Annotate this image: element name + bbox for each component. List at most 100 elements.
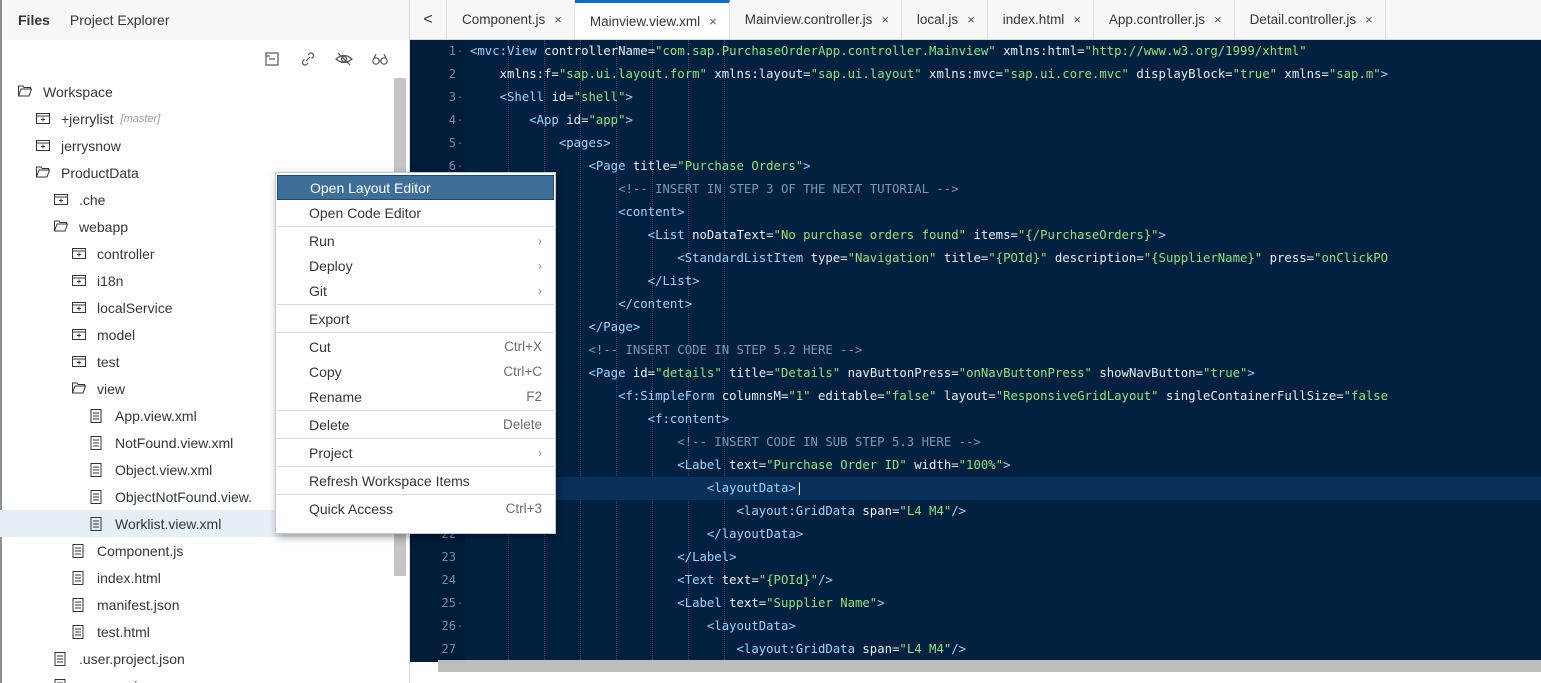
menu-shortcut: Delete — [502, 417, 542, 432]
close-icon[interactable]: × — [554, 12, 562, 27]
tree-item-manifest-json[interactable]: manifest.json — [0, 591, 392, 618]
code-token: xmlns:f= — [470, 67, 559, 81]
code-line[interactable]: 4- <App id="app"> — [410, 109, 1541, 132]
code-line[interactable]: 3- <Shell id="shell"> — [410, 86, 1541, 109]
code-line[interactable]: 10 <StandardListItem type="Navigation" t… — [410, 247, 1541, 270]
menu-item-run[interactable]: Run › — [277, 228, 554, 253]
close-icon[interactable]: × — [967, 12, 975, 27]
code-line[interactable]: 14 <!-- INSERT CODE IN STEP 5.2 HERE --> — [410, 339, 1541, 362]
menu-item-cut[interactable]: Cut Ctrl+X — [277, 334, 554, 359]
editor-tab-app-controller-js[interactable]: App.controller.js × — [1094, 0, 1235, 39]
menu-item-project[interactable]: Project › — [277, 440, 554, 465]
folder-closed-icon — [72, 328, 86, 341]
line-number: 23 — [441, 550, 456, 564]
tree-item-component-js[interactable]: Component.js — [0, 537, 392, 564]
close-icon[interactable]: × — [1365, 12, 1373, 27]
code-line[interactable]: 23 </Label> — [410, 546, 1541, 569]
line-number: 25 — [441, 596, 456, 610]
code-line[interactable]: 22 </layoutData> — [410, 523, 1541, 546]
close-icon[interactable]: × — [709, 14, 717, 29]
close-icon[interactable]: × — [1214, 12, 1222, 27]
code-line[interactable]: 18 <!-- INSERT CODE IN SUB STEP 5.3 HERE… — [410, 431, 1541, 454]
code-line[interactable]: 25- <Label text="Supplier Name"> — [410, 592, 1541, 615]
tree-item-workspace[interactable]: Workspace — [0, 78, 392, 105]
code-token: > — [1247, 366, 1255, 380]
close-icon[interactable]: × — [881, 12, 889, 27]
tree-item-index-html[interactable]: index.html — [0, 564, 392, 591]
code-token: "sap.ui.layout" — [810, 67, 922, 81]
link-icon[interactable] — [299, 50, 317, 68]
code-line[interactable]: 7 <!-- INSERT IN STEP 3 OF THE NEXT TUTO… — [410, 178, 1541, 201]
hide-hidden-icon[interactable] — [335, 50, 353, 68]
code-line[interactable]: 24 <Text text="{POId}"/> — [410, 569, 1541, 592]
tree-item-user-project-json[interactable]: .user.project.json — [0, 645, 392, 672]
tree-item-test-html[interactable]: test.html — [0, 618, 392, 645]
menu-item-open-layout-editor[interactable]: Open Layout Editor — [277, 175, 554, 200]
editor-tab-component-js[interactable]: Component.js × — [447, 0, 575, 39]
fold-toggle-icon[interactable]: - — [457, 109, 463, 132]
editor-h-scrollbar[interactable] — [438, 660, 1541, 672]
code-line[interactable]: 27 <layout:GridData span="L4 M4"/> — [410, 638, 1541, 661]
menu-item-refresh-workspace-items[interactable]: Refresh Workspace Items — [277, 468, 554, 493]
code-line[interactable]: 20- <layoutData>| — [410, 477, 1541, 500]
code-line[interactable]: 8- <content> — [410, 201, 1541, 224]
code-line[interactable]: 21 <layout:GridData span="L4 M4"/> — [410, 500, 1541, 523]
menu-item-open-code-editor[interactable]: Open Code Editor — [277, 200, 554, 225]
tab-project-explorer[interactable]: Project Explorer — [70, 8, 170, 32]
code-line[interactable]: 26- <layoutData> — [410, 615, 1541, 638]
menu-item-delete[interactable]: Delete Delete — [277, 412, 554, 437]
fold-toggle-icon[interactable]: - — [457, 86, 463, 109]
code-line[interactable]: 1- <mvc:View controllerName="com.sap.Purc… — [410, 40, 1541, 63]
editor-tab-detail-controller-js[interactable]: Detail.controller.js × — [1235, 0, 1386, 39]
editor-tab-index-html[interactable]: index.html × — [988, 0, 1094, 39]
collapse-all-icon[interactable] — [263, 50, 281, 68]
menu-item-rename[interactable]: Rename F2 — [277, 384, 554, 409]
code-token: "true" — [1203, 366, 1248, 380]
code-area[interactable]: 1- <mvc:View controllerName="com.sap.Purc… — [410, 40, 1541, 662]
fold-toggle-icon[interactable]: - — [457, 40, 463, 63]
code-line[interactable]: 15- <Page id="details" title="Details" n… — [410, 362, 1541, 385]
editor-tab-bar: < Component.js × Mainview.view.xml × Mainvie… — [410, 0, 1541, 40]
menu-item-quick-access[interactable]: Quick Access Ctrl+3 — [277, 496, 554, 521]
editor-tab-label: index.html — [1002, 12, 1065, 27]
code-token: "com.sap.PurchaseOrderApp.controller.Mai… — [655, 44, 996, 58]
tab-scroll-left-icon[interactable]: < — [410, 0, 447, 39]
code-line[interactable]: 13 </Page> — [410, 316, 1541, 339]
code-line[interactable]: 2 xmlns:f="sap.ui.layout.form" xmlns:lay… — [410, 63, 1541, 86]
fold-toggle-icon[interactable]: - — [457, 592, 463, 615]
code-line[interactable]: 9- <List noDataText="No purchase orders … — [410, 224, 1541, 247]
code-editor[interactable]: 1- <mvc:View controllerName="com.sap.Purc… — [410, 40, 1541, 683]
code-line[interactable]: 12 </content> — [410, 293, 1541, 316]
editor-tab-mainview-controller-js[interactable]: Mainview.controller.js × — [730, 0, 902, 39]
editor-tab-local-js[interactable]: local.js × — [902, 0, 988, 39]
fold-toggle-icon[interactable]: - — [457, 615, 463, 638]
file-icon — [72, 625, 86, 639]
menu-item-deploy[interactable]: Deploy › — [277, 253, 554, 278]
code-text: <Label text="Supplier Name"> — [470, 592, 885, 615]
tab-files[interactable]: Files — [18, 8, 50, 32]
code-token: > — [877, 596, 885, 610]
close-icon[interactable]: × — [1073, 12, 1081, 27]
line-number: 5 — [448, 136, 456, 150]
code-token: id= — [551, 90, 574, 104]
editor-tab-label: App.controller.js — [1108, 12, 1205, 27]
tree-item-jerrysnow[interactable]: jerrysnow — [0, 132, 392, 159]
code-line[interactable]: 16- <f:SimpleForm columnsM="1" editable=… — [410, 385, 1541, 408]
fold-toggle-icon[interactable]: - — [457, 132, 463, 155]
code-line[interactable]: 19- <Label text="Purchase Order ID" widt… — [410, 454, 1541, 477]
menu-item-export[interactable]: Export — [277, 306, 554, 331]
editor-tab-mainview-view-xml[interactable]: Mainview.view.xml × — [574, 0, 730, 39]
menu-item-git[interactable]: Git › — [277, 278, 554, 303]
menu-item-copy[interactable]: Copy Ctrl+C — [277, 359, 554, 384]
search-glasses-icon[interactable] — [371, 50, 389, 68]
code-line[interactable]: 5- <pages> — [410, 132, 1541, 155]
code-line[interactable]: 17- <f:content> — [410, 408, 1541, 431]
code-line[interactable]: 6- <Page title="Purchase Orders"> — [410, 155, 1541, 178]
code-token: "L4 M4" — [899, 642, 952, 656]
code-token: "http://www.w3.org/1999/xhtml" — [1084, 44, 1307, 58]
code-line[interactable]: 11 </List> — [410, 270, 1541, 293]
tree-item-jerrylist[interactable]: +jerrylist [master] — [0, 105, 392, 132]
menu-item-label: Quick Access — [309, 500, 394, 517]
tree-item-neo-app-json[interactable]: neo-app.json — [0, 672, 392, 683]
code-token: "Navigation" — [847, 251, 937, 265]
